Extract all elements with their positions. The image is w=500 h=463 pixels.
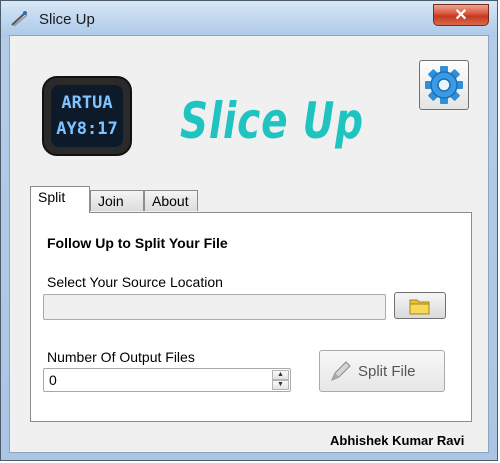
folder-icon [409, 299, 430, 315]
main-panel: ARTUA AY8:17 Slice Up Split Join About F… [9, 35, 489, 453]
close-icon: ✕ [454, 7, 468, 24]
browse-button[interactable] [394, 292, 446, 319]
window-title: Slice Up [39, 11, 95, 28]
tab-split[interactable]: Split [30, 186, 90, 213]
spin-up-button[interactable]: ▲ [272, 370, 289, 380]
gear-icon [425, 66, 463, 104]
output-count-stepper[interactable]: 0 ▲ ▼ [43, 368, 291, 392]
clock-line-1: ARTUA [61, 93, 112, 113]
tab-join[interactable]: Join [90, 190, 144, 211]
source-location-label: Select Your Source Location [47, 274, 223, 290]
close-button[interactable]: ✕ [433, 4, 489, 26]
split-file-button[interactable]: Split File [319, 350, 445, 392]
split-tab-page: Follow Up to Split Your File Select Your… [30, 212, 472, 422]
app-window: Slice Up ✕ ARTUA AY8:17 Slice Up Split J… [0, 0, 498, 461]
app-title: Slice Up [180, 92, 364, 150]
pencil-icon [331, 361, 351, 381]
clock-line-2: AY8:17 [56, 119, 117, 139]
split-heading: Follow Up to Split Your File [47, 235, 228, 251]
source-location-field[interactable] [43, 294, 386, 320]
output-count-label: Number Of Output Files [47, 349, 195, 365]
clock-logo: ARTUA AY8:17 [42, 76, 132, 156]
author-credit: Abhishek Kumar Ravi [330, 433, 465, 448]
output-count-value[interactable]: 0 [49, 372, 57, 388]
app-logo-icon [9, 10, 29, 28]
title-bar[interactable]: Slice Up ✕ [1, 1, 497, 37]
spin-down-button[interactable]: ▼ [272, 380, 289, 390]
settings-button[interactable] [419, 60, 469, 110]
split-file-label: Split File [358, 363, 416, 380]
tab-about[interactable]: About [144, 190, 198, 211]
